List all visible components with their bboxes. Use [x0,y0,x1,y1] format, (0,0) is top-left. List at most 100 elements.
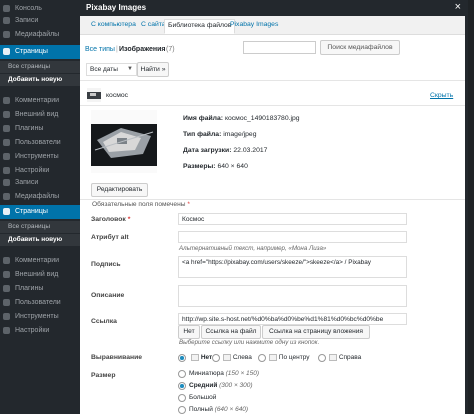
size-full-hint: (640 × 640) [214,406,249,413]
close-icon[interactable]: × [455,2,461,13]
sidebar-item-label: Инструменты [15,313,59,320]
align-none-radio[interactable] [178,354,186,362]
sidebar-item[interactable]: Записи [0,14,80,28]
sidebar-item[interactable]: Пользователи [0,296,80,310]
dimensions-label: Размеры: [183,163,216,170]
sidebar-item[interactable]: Добавить новую [0,234,80,246]
align-center-label: По центру [269,354,310,361]
size-full-radio[interactable] [178,406,186,414]
menu-icon [3,271,10,278]
url-input[interactable]: http://wp.site.s-host.net/%d0%ba%d0%be%d… [178,313,407,325]
title-input[interactable]: Космос [178,213,407,225]
sidebar-item[interactable]: Медиафайлы [0,28,80,42]
sidebar-item-label: Добавить новую [8,76,63,83]
menu-icon [3,5,10,12]
sidebar-item-label: Записи [15,17,39,24]
attachment-name: космос [106,92,129,99]
size-medium-name: Средний [189,382,218,389]
search-media-button[interactable]: Поиск медиафайлов [320,40,400,55]
sidebar-item[interactable]: Инструменты [0,310,80,324]
tab-from-computer[interactable]: С компьютера [88,19,139,34]
sidebar-item[interactable]: Плагины [0,282,80,296]
sidebar-item-label: Добавить новую [8,236,63,243]
alt-help-text: Альтернативный текст, например, «Мона Ли… [179,245,327,252]
edit-image-button[interactable]: Редактировать [91,183,148,197]
size-full-label: Полный (640 × 640) [189,406,248,413]
sidebar-item-label: Страницы [15,48,48,55]
alt-label: Атрибут alt [91,234,129,241]
menu-icon [3,179,10,186]
dimensions-row: Размеры: 640 × 640 [183,163,248,170]
tab-media-library[interactable]: Библиотека файлов [164,19,236,34]
sidebar-item[interactable]: Комментарии [0,254,80,268]
attachment-preview-image [91,110,157,173]
link-to-attachment-page-button[interactable]: Ссылка на страницу вложения [262,325,370,339]
align-center-text: По центру [278,354,310,362]
tab-pixabay-images[interactable]: Pixabay Images [227,19,281,34]
description-label: Описание [91,292,125,299]
dimensions-value: 640 × 640 [217,163,248,170]
sidebar-item[interactable]: Все страницы [0,221,80,233]
required-star: * [187,201,190,208]
menu-icon [3,31,10,38]
sidebar-item[interactable]: Комментарии [0,94,80,108]
description-textarea[interactable] [178,285,407,307]
sidebar-item[interactable]: Настройки [0,324,80,338]
right-edge-strip [468,0,474,414]
caption-textarea[interactable]: <a href="https://pixabay.com/users/skeez… [178,256,407,278]
sidebar-item-label: Плагины [15,285,44,292]
filter-go-button[interactable]: Найти » [137,62,169,77]
sidebar-item-label: Инструменты [15,153,59,160]
title-label-text: Заголовок [91,216,126,223]
sidebar-item-label: Все страницы [8,223,51,230]
size-label: Размер [91,372,116,379]
size-thumbnail-radio[interactable] [178,370,186,378]
align-center-radio[interactable] [258,354,266,362]
align-left-radio[interactable] [212,354,220,362]
sidebar-item-label: Комментарии [15,257,60,264]
sidebar-item[interactable]: Медиафайлы [0,190,80,204]
date-filter-select[interactable]: Все даты ▼ [86,63,137,76]
alt-input[interactable] [178,231,407,243]
required-star: * [127,216,131,223]
sidebar-item-label: Страницы [15,208,48,215]
size-large-label: Большой [189,394,216,401]
menu-icon [3,139,10,146]
size-large-name: Большой [189,394,217,401]
upload-date-label: Дата загрузки: [183,147,232,154]
filter-images[interactable]: Изображения [119,46,165,53]
modal-tabs: С компьютера С сайта Библиотека файлов P… [80,16,465,35]
file-type-label: Тип файла: [183,131,222,138]
attachment-thumbnail[interactable] [87,88,101,102]
url-label: Ссылка [91,318,117,325]
title-label: Заголовок * [91,216,130,223]
sidebar-item[interactable]: Пользователи [0,136,80,150]
menu-icon [3,125,10,132]
required-fields-note: Обязательные поля помечены * [92,201,190,208]
sidebar-item[interactable]: Записи [0,176,80,190]
size-medium-radio[interactable] [178,382,186,390]
hide-details-link[interactable]: Скрыть [430,92,453,99]
align-right-radio[interactable] [318,354,326,362]
sidebar-item[interactable]: Добавить новую [0,74,80,86]
sidebar-item[interactable]: Внешний вид [0,108,80,122]
align-none-text: Нет [200,354,213,362]
sidebar-item-label: Записи [15,179,39,186]
media-search-input[interactable] [243,41,316,54]
sidebar-item[interactable]: Все страницы [0,61,80,73]
menu-icon [3,193,10,200]
sidebar-item[interactable]: Страницы [0,45,80,59]
sidebar-item[interactable]: Инструменты [0,150,80,164]
menu-icon [3,285,10,292]
file-type-value: image/jpeg [223,131,257,138]
size-medium-hint: (300 × 300) [219,382,253,389]
filter-all-types[interactable]: Все типы [85,46,115,53]
link-to-file-button[interactable]: Ссылка на файл [201,325,261,339]
sidebar-item[interactable]: Страницы [0,205,80,219]
size-large-radio[interactable] [178,394,186,402]
upload-date-value: 22.03.2017 [233,147,268,154]
link-none-button[interactable]: Нет [178,325,200,339]
sidebar-item[interactable]: Плагины [0,122,80,136]
size-full-name: Полный [189,406,213,413]
sidebar-item[interactable]: Внешний вид [0,268,80,282]
